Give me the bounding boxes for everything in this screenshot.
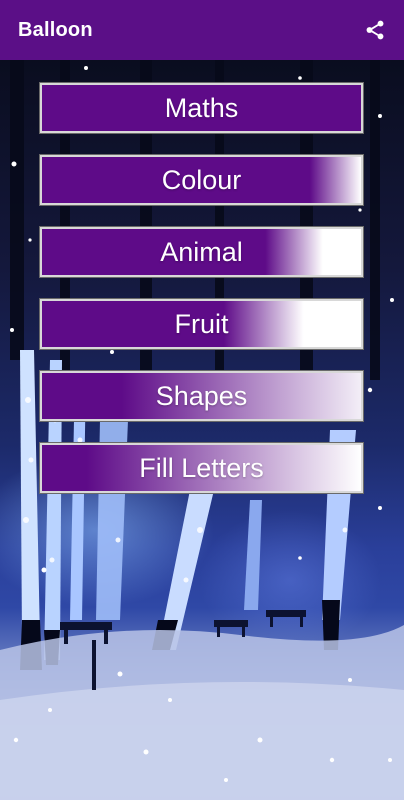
app-bar: Balloon	[0, 0, 404, 60]
colour-button-label: Colour	[161, 164, 242, 195]
maths-button-label: Maths	[164, 92, 239, 123]
shapes-button-label: Shapes	[155, 380, 248, 411]
app-title: Balloon	[18, 18, 93, 41]
fill-letters-button[interactable]: Fill Letters	[39, 442, 364, 494]
colour-button[interactable]: Colour	[39, 154, 364, 206]
fill-letters-button-label: Fill Letters	[139, 452, 264, 483]
animal-button-label: Animal	[160, 236, 243, 267]
maths-button[interactable]: Maths	[39, 82, 364, 134]
share-icon[interactable]	[362, 17, 388, 43]
fruit-button-label: Fruit	[174, 308, 229, 339]
shapes-button[interactable]: Shapes	[39, 370, 364, 422]
category-menu: Maths Colour Animal Fruit Shapes Fill Le…	[39, 82, 364, 515]
fruit-button[interactable]: Fruit	[39, 298, 364, 350]
animal-button[interactable]: Animal	[39, 226, 364, 278]
